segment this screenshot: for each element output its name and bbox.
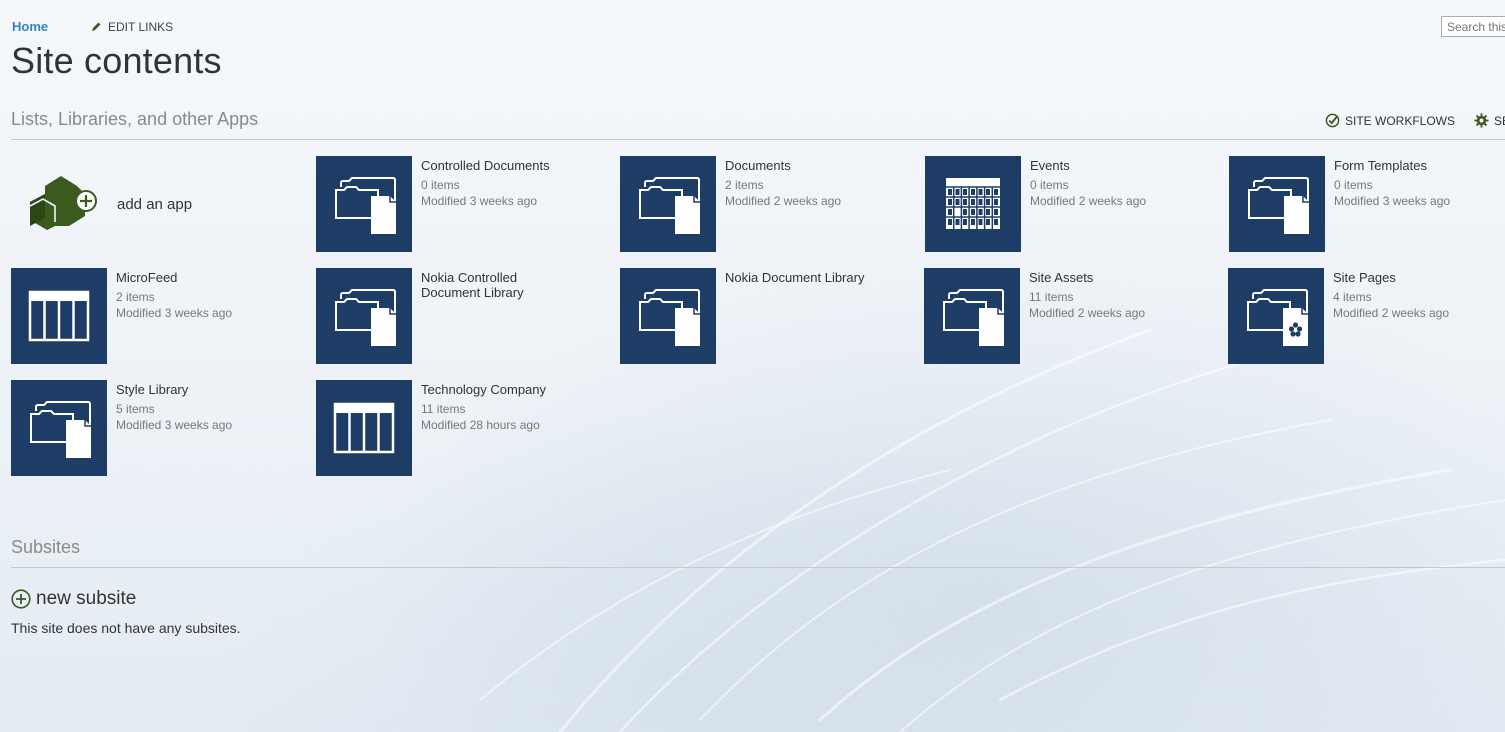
tile-title[interactable]: Technology Company (421, 382, 611, 397)
app-tile-style-library[interactable]: Style Library 5 items Modified 3 weeks a… (11, 380, 311, 476)
app-tile-form-templates[interactable]: Form Templates 0 items Modified 3 weeks … (1229, 156, 1505, 252)
calendar-icon (925, 156, 1021, 252)
tile-item-count: 2 items (116, 290, 155, 304)
tile-title[interactable]: Form Templates (1334, 158, 1505, 173)
tile-title[interactable]: Site Assets (1029, 270, 1219, 285)
folder-document-icon (924, 268, 1020, 364)
list-table-icon (316, 380, 412, 476)
tile-title[interactable]: MicroFeed (116, 270, 306, 285)
tile-title[interactable]: Nokia Controlled Document Library (421, 270, 571, 300)
folder-document-icon (316, 268, 412, 364)
gear-icon (1474, 113, 1489, 128)
app-tile-microfeed[interactable]: MicroFeed 2 items Modified 3 weeks ago (11, 268, 311, 364)
tile-modified: Modified 2 weeks ago (1030, 194, 1147, 208)
tile-title[interactable]: Site Pages (1333, 270, 1505, 285)
apps-section-heading: Lists, Libraries, and other Apps (11, 109, 259, 129)
settings-link[interactable]: SETTINGS (1474, 113, 1505, 128)
app-tile-nokia-controlled-document-library[interactable]: Nokia Controlled Document Library (316, 268, 616, 364)
tile-title[interactable]: Controlled Documents (421, 158, 611, 173)
app-tile-controlled-documents[interactable]: Controlled Documents 0 items Modified 3 … (316, 156, 616, 252)
edit-links-label: EDIT LINKS (108, 20, 174, 34)
apps-section-divider (11, 139, 1505, 140)
workflow-check-icon (1325, 113, 1340, 128)
tile-title[interactable]: Documents (725, 158, 915, 173)
subsites-section-heading: Subsites (11, 537, 81, 557)
app-tile-nokia-document-library[interactable]: Nokia Document Library (620, 268, 920, 364)
subsites-section-divider (11, 567, 1505, 568)
add-circle-icon (11, 589, 31, 609)
tile-modified: Modified 2 weeks ago (1029, 306, 1146, 320)
pencil-icon (92, 22, 101, 31)
folder-page-icon (1228, 268, 1324, 364)
home-link[interactable]: Home (12, 19, 48, 34)
folder-document-icon (620, 156, 716, 252)
folder-document-icon (316, 156, 412, 252)
tile-modified: Modified 3 weeks ago (1334, 194, 1451, 208)
folder-document-icon (11, 380, 107, 476)
tile-title[interactable]: Nokia Document Library (725, 270, 915, 285)
search-input[interactable] (1441, 16, 1505, 37)
folder-document-icon (620, 268, 716, 364)
tile-item-count: 2 items (725, 178, 764, 192)
tile-item-count: 0 items (1334, 178, 1373, 192)
tile-title[interactable]: Style Library (116, 382, 306, 397)
site-workflows-label: SITE WORKFLOWS (1345, 113, 1456, 128)
app-tile-site-assets[interactable]: Site Assets 11 items Modified 2 weeks ag… (924, 268, 1224, 364)
tile-item-count: 4 items (1333, 290, 1372, 304)
tile-item-count: 5 items (116, 402, 155, 416)
add-app-hexagon-icon (29, 176, 97, 230)
tile-modified: Modified 2 weeks ago (1333, 306, 1450, 320)
tile-item-count: 11 items (1029, 290, 1074, 304)
app-tile-technology-company[interactable]: Technology Company 11 items Modified 28 … (316, 380, 616, 476)
tile-item-count: 11 items (421, 402, 466, 416)
edit-links-button[interactable]: EDIT LINKS (90, 20, 173, 34)
app-tile-documents[interactable]: Documents 2 items Modified 2 weeks ago (620, 156, 920, 252)
tile-modified: Modified 3 weeks ago (116, 306, 233, 320)
tile-modified: Modified 28 hours ago (421, 418, 540, 432)
add-an-app-tile[interactable]: add an app (11, 156, 291, 252)
tile-modified: Modified 3 weeks ago (421, 194, 538, 208)
tile-title[interactable]: Events (1030, 158, 1220, 173)
no-subsites-message: This site does not have any subsites. (11, 620, 241, 636)
new-subsite-link[interactable]: new subsite (11, 588, 136, 610)
tile-item-count: 0 items (1030, 178, 1069, 192)
tile-modified: Modified 3 weeks ago (116, 418, 233, 432)
list-table-icon (11, 268, 107, 364)
app-tile-site-pages[interactable]: Site Pages 4 items Modified 2 weeks ago (1228, 268, 1505, 364)
page-title: Site contents (11, 40, 222, 81)
site-workflows-link[interactable]: SITE WORKFLOWS (1325, 113, 1455, 128)
add-an-app-label: add an app (117, 196, 193, 213)
app-tile-events[interactable]: Events 0 items Modified 2 weeks ago (925, 156, 1225, 252)
new-subsite-label: new subsite (36, 588, 137, 609)
tile-item-count: 0 items (421, 178, 460, 192)
folder-document-icon (1229, 156, 1325, 252)
settings-label: SETTINGS (1494, 113, 1505, 128)
tile-modified: Modified 2 weeks ago (725, 194, 842, 208)
